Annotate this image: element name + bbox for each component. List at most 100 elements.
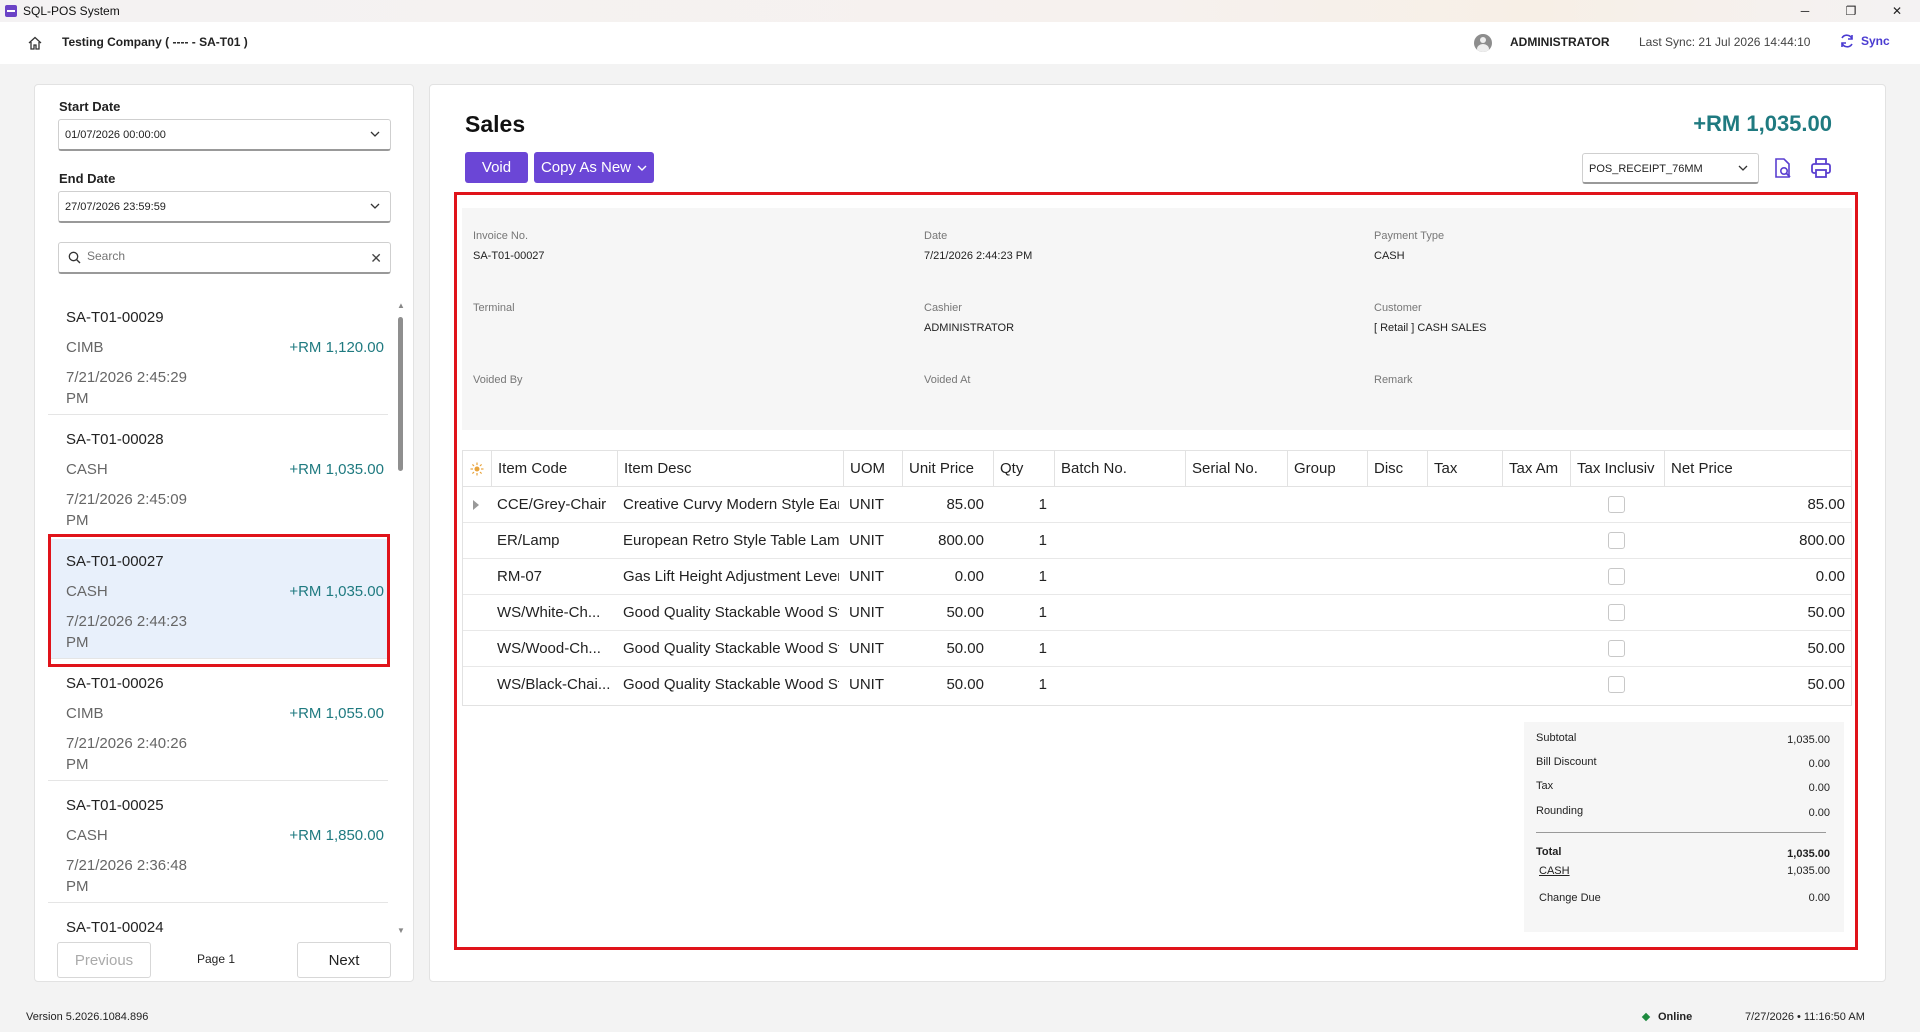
app-logo-icon bbox=[5, 5, 17, 17]
invoice-no-label: Invoice No. bbox=[473, 230, 529, 242]
close-button[interactable]: ✕ bbox=[1874, 0, 1920, 22]
total-value: 1,035.00 bbox=[1787, 848, 1830, 860]
search-icon bbox=[68, 251, 81, 264]
payment-type-label: Payment Type bbox=[1374, 230, 1445, 242]
col-serial-no[interactable]: Serial No. bbox=[1185, 451, 1287, 487]
table-row[interactable]: CCE/Grey-Chair Creative Curvy Modern Sty… bbox=[463, 487, 1851, 523]
table-row[interactable]: RM-07 Gas Lift Height Adjustment Lever U… bbox=[463, 559, 1851, 595]
scroll-up-icon[interactable]: ▲ bbox=[397, 301, 405, 310]
sales-detail-panel: Sales +RM 1,035.00 Void Copy As New POS_… bbox=[429, 84, 1886, 982]
list-item-payment-type: CASH bbox=[66, 583, 108, 600]
col-item-desc[interactable]: Item Desc bbox=[617, 451, 843, 487]
print-preview-icon[interactable] bbox=[1772, 157, 1794, 179]
col-batch-no[interactable]: Batch No. bbox=[1054, 451, 1185, 487]
tax-inclusive-checkbox[interactable] bbox=[1608, 640, 1625, 657]
sync-button[interactable]: Sync bbox=[1839, 33, 1890, 49]
cell-item-code: CCE/Grey-Chair bbox=[497, 496, 607, 513]
col-tax-inclusive[interactable]: Tax Inclusiv bbox=[1570, 451, 1664, 487]
cell-qty: 1 bbox=[1038, 640, 1047, 657]
table-row[interactable]: ER/Lamp European Retro Style Table Lamp … bbox=[463, 523, 1851, 559]
invoice-list-item[interactable]: SA-T01-00024 bbox=[48, 905, 388, 935]
window-titlebar: SQL-POS System ─ ❐ ✕ bbox=[0, 0, 1920, 22]
summary-divider bbox=[1536, 832, 1826, 833]
invoice-list-item-selected[interactable]: SA-T01-00027 CASH +RM 1,035.00 7/21/2026… bbox=[48, 539, 388, 659]
last-sync-text: Last Sync: 21 Jul 2026 14:44:10 bbox=[1639, 35, 1811, 49]
next-page-button[interactable]: Next bbox=[297, 942, 391, 978]
cell-item-desc: Good Quality Stackable Wood Stool ... bbox=[623, 640, 839, 657]
table-row[interactable]: WS/White-Ch... Good Quality Stackable Wo… bbox=[463, 595, 1851, 631]
invoice-info: Invoice No. SA-T01-00027 Date 7/21/2026 … bbox=[462, 208, 1852, 430]
copy-as-new-button[interactable]: Copy As New bbox=[534, 152, 654, 183]
search-input[interactable] bbox=[87, 249, 357, 263]
cell-uom: UNIT bbox=[849, 676, 884, 693]
cash-payment-link[interactable]: CASH bbox=[1539, 865, 1570, 877]
user-name[interactable]: ADMINISTRATOR bbox=[1510, 35, 1610, 49]
status-bar: Version 5.2026.1084.896 Online 7/27/2026… bbox=[0, 1002, 1920, 1032]
list-scrollbar[interactable]: ▲ ▼ bbox=[395, 301, 405, 935]
end-date-label: End Date bbox=[59, 171, 116, 186]
terminal-label: Terminal bbox=[473, 302, 515, 314]
col-tax[interactable]: Tax bbox=[1427, 451, 1502, 487]
invoice-list[interactable]: SA-T01-00029 CIMB +RM 1,120.00 7/21/2026… bbox=[48, 295, 410, 935]
restore-button[interactable]: ❐ bbox=[1828, 0, 1874, 22]
tax-label: Tax bbox=[1536, 780, 1554, 792]
date-value: 7/21/2026 2:44:23 PM bbox=[924, 250, 1033, 262]
col-item-code[interactable]: Item Code bbox=[491, 451, 595, 487]
user-avatar-icon[interactable] bbox=[1474, 34, 1492, 52]
voided-at-label: Voided At bbox=[924, 374, 971, 386]
tax-inclusive-checkbox[interactable] bbox=[1608, 496, 1625, 513]
cell-uom: UNIT bbox=[849, 604, 884, 621]
receipt-template-select[interactable]: POS_RECEIPT_76MM bbox=[1582, 153, 1759, 184]
company-name[interactable]: Testing Company ( ---- - SA-T01 ) bbox=[62, 35, 248, 49]
sales-total-amount: +RM 1,035.00 bbox=[1693, 111, 1832, 136]
list-item-invoice: SA-T01-00027 bbox=[66, 553, 164, 570]
row-expand-icon[interactable] bbox=[473, 500, 479, 510]
end-date-picker[interactable]: 27/07/2026 23:59:59 bbox=[58, 191, 391, 223]
tax-inclusive-checkbox[interactable] bbox=[1608, 568, 1625, 585]
col-unit-price[interactable]: Unit Price bbox=[902, 451, 993, 487]
invoice-list-item[interactable]: SA-T01-00025 CASH +RM 1,850.00 7/21/2026… bbox=[48, 783, 388, 903]
page-label: Page 1 bbox=[197, 952, 236, 966]
tax-inclusive-checkbox[interactable] bbox=[1608, 604, 1625, 621]
print-icon[interactable] bbox=[1810, 157, 1832, 179]
start-date-label: Start Date bbox=[59, 99, 121, 114]
invoice-list-item[interactable]: SA-T01-00026 CIMB +RM 1,055.00 7/21/2026… bbox=[48, 661, 388, 781]
clear-search-icon[interactable]: ✕ bbox=[370, 250, 382, 267]
home-icon[interactable] bbox=[27, 35, 43, 51]
online-indicator-icon bbox=[1641, 1012, 1651, 1022]
scroll-thumb[interactable] bbox=[398, 317, 403, 471]
sync-icon bbox=[1841, 34, 1853, 48]
col-qty[interactable]: Qty bbox=[993, 451, 1054, 487]
cell-net-price: 800.00 bbox=[1799, 532, 1845, 549]
start-date-picker[interactable]: 01/07/2026 00:00:00 bbox=[58, 119, 391, 151]
invoice-list-item[interactable]: SA-T01-00029 CIMB +RM 1,120.00 7/21/2026… bbox=[48, 295, 388, 415]
col-disc[interactable]: Disc bbox=[1367, 451, 1427, 487]
table-row[interactable]: WS/Black-Chai... Good Quality Stackable … bbox=[463, 667, 1851, 703]
cell-qty: 1 bbox=[1038, 676, 1047, 693]
totals-summary: Subtotal 1,035.00 Bill Discount 0.00 Tax… bbox=[1524, 722, 1844, 932]
previous-page-button[interactable]: Previous bbox=[57, 942, 151, 978]
invoice-list-item[interactable]: SA-T01-00028 CASH +RM 1,035.00 7/21/2026… bbox=[48, 417, 388, 537]
end-date-value: 27/07/2026 23:59:59 bbox=[65, 201, 166, 213]
col-uom[interactable]: UOM bbox=[843, 451, 902, 487]
col-group[interactable]: Group bbox=[1287, 451, 1367, 487]
void-button[interactable]: Void bbox=[465, 152, 528, 183]
scroll-down-icon[interactable]: ▼ bbox=[397, 926, 405, 935]
cell-uom: UNIT bbox=[849, 568, 884, 585]
window-title: SQL-POS System bbox=[23, 4, 120, 18]
cell-uom: UNIT bbox=[849, 496, 884, 513]
table-row[interactable]: WS/Wood-Ch... Good Quality Stackable Woo… bbox=[463, 631, 1851, 667]
subtotal-value: 1,035.00 bbox=[1787, 734, 1830, 746]
minimize-button[interactable]: ─ bbox=[1782, 0, 1828, 22]
tax-inclusive-checkbox[interactable] bbox=[1608, 532, 1625, 549]
col-net-price[interactable]: Net Price bbox=[1664, 451, 1853, 487]
list-item-payment-type: CIMB bbox=[66, 339, 104, 356]
search-box[interactable]: ✕ bbox=[58, 242, 391, 274]
cell-item-code: WS/Black-Chai... bbox=[497, 676, 611, 693]
customer-label: Customer bbox=[1374, 302, 1422, 314]
chevron-down-icon bbox=[1738, 165, 1748, 171]
tax-inclusive-checkbox[interactable] bbox=[1608, 676, 1625, 693]
cell-net-price: 50.00 bbox=[1807, 676, 1845, 693]
col-tax-amount[interactable]: Tax Am bbox=[1502, 451, 1570, 487]
cell-item-desc: Gas Lift Height Adjustment Lever bbox=[623, 568, 839, 585]
